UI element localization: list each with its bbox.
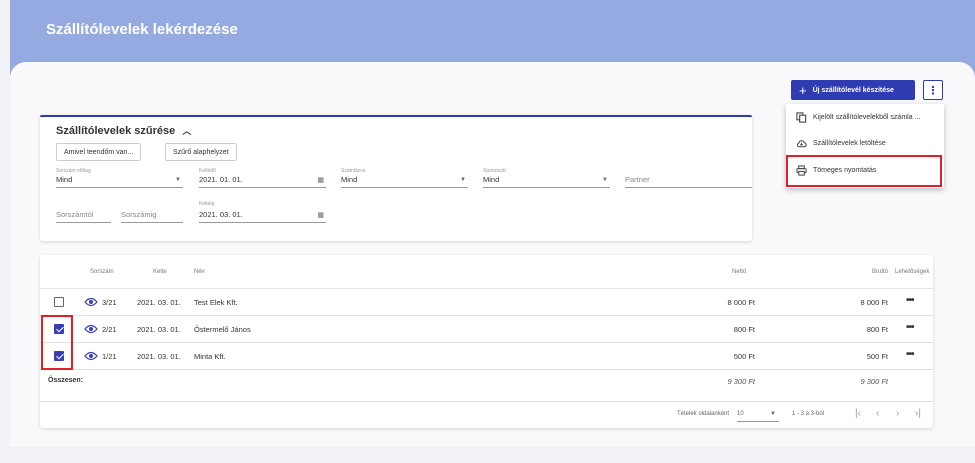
row-number: 1/21: [102, 352, 117, 361]
more-horiz-icon[interactable]: •••: [906, 295, 914, 306]
row-number: 2/21: [102, 325, 117, 334]
per-page-select[interactable]: 10 ▼: [737, 411, 779, 422]
column-header-date[interactable]: Kelte: [153, 269, 167, 275]
new-delivery-note-label: Új szállítólevél készítése: [812, 86, 894, 94]
row-name: Őstermelő János: [194, 325, 251, 334]
partner-input[interactable]: Partner: [625, 168, 752, 188]
first-page-icon[interactable]: |‹: [855, 408, 861, 419]
number-from-placeholder: Sorszámtól: [56, 210, 94, 219]
menu-item-label: Szállítólevelek letöltése: [813, 140, 886, 147]
reset-filter-button[interactable]: Szűrő alaphelyzet: [165, 143, 237, 161]
copy-icon: [796, 112, 807, 123]
previous-page-icon[interactable]: ‹: [876, 408, 879, 419]
more-horiz-icon[interactable]: •••: [906, 322, 914, 333]
row-checkbox[interactable]: [54, 297, 64, 307]
prefix-label: Sorszám előtag: [56, 168, 91, 174]
eye-icon[interactable]: [84, 351, 98, 361]
totals-row: Összesen: 9 300 Ft 9 300 Ft: [40, 369, 933, 391]
row-net: 500 Ft: [733, 352, 755, 361]
date-from-label: Keltétől: [199, 168, 216, 174]
menu-item-download[interactable]: Szállítólevelek letöltése: [796, 138, 886, 149]
eye-icon[interactable]: [84, 324, 98, 334]
date-from-value: 2021. 01. 01.: [199, 175, 243, 184]
row-name: Minta Kft.: [194, 352, 226, 361]
dropdown-caret-icon: ▼: [460, 177, 466, 183]
calendar-icon[interactable]: ▦: [317, 211, 324, 219]
chevron-up-icon[interactable]: ︿: [182, 124, 191, 137]
plus-icon: +: [799, 82, 807, 98]
filter-panel-header[interactable]: Szállítólevelek szűrése ︿: [56, 124, 191, 137]
per-page-value: 10: [737, 411, 744, 417]
column-header-name[interactable]: Név: [194, 269, 205, 275]
row-date: 2021. 03. 01.: [137, 298, 181, 307]
menu-item-create-invoice[interactable]: Kijelölt szállítólevelekből számla ...: [796, 112, 920, 123]
totals-net: 9 300 Ft: [727, 377, 755, 386]
eye-icon[interactable]: [84, 297, 98, 307]
date-to-value: 2021. 03. 01.: [199, 210, 243, 219]
invoiced-value: Mind: [341, 175, 358, 184]
cancelled-value: Mind: [483, 175, 500, 184]
row-gross: 500 Ft: [866, 352, 888, 361]
row-gross: 800 Ft: [866, 325, 888, 334]
table-row[interactable]: 1/21 2021. 03. 01. Minta Kft. 500 Ft 500…: [40, 342, 933, 369]
filter-title: Szállítólevelek szűrése: [56, 124, 176, 137]
menu-item-label: Kijelölt szállítólevelekből számla ...: [813, 114, 921, 121]
page-range: 1 - 3 a 3-ból: [792, 411, 825, 417]
cloud-download-icon: [796, 140, 807, 148]
number-from-input[interactable]: Sorszámtól: [56, 201, 111, 223]
number-to-placeholder: Sorszámig: [121, 210, 157, 219]
invoiced-select[interactable]: Számlázva Mind ▼: [341, 168, 468, 188]
column-header-gross[interactable]: Bruttó: [872, 269, 888, 275]
prefix-select[interactable]: Sorszám előtag Mind ▼: [56, 168, 183, 188]
per-page-label: Tételek oldalanként: [677, 411, 730, 417]
invoiced-label: Számlázva: [341, 168, 366, 174]
totals-label: Összesen:: [48, 377, 84, 384]
new-delivery-note-button[interactable]: + Új szállítólevél készítése: [791, 80, 915, 100]
calendar-icon[interactable]: ▦: [317, 176, 324, 184]
highlight-bulk-print: [786, 155, 942, 187]
cancelled-select[interactable]: Stornózott Mind ▼: [483, 168, 610, 188]
dropdown-caret-icon: ▼: [770, 411, 776, 417]
highlight-selected-checkboxes: [41, 315, 73, 370]
date-to-label: Keltéig: [199, 201, 215, 207]
last-page-icon[interactable]: ›|: [915, 408, 921, 419]
paginator: Tételek oldalanként 10 ▼ 1 - 3 a 3-ból |…: [40, 401, 933, 428]
row-gross: 8 000 Ft: [860, 298, 888, 307]
dropdown-caret-icon: ▼: [175, 177, 181, 183]
totals-gross: 9 300 Ft: [860, 377, 888, 386]
table-row[interactable]: 3/21 2021. 03. 01. Test Elek Kft. 8 000 …: [40, 288, 933, 315]
row-number: 3/21: [102, 298, 117, 307]
column-header-number[interactable]: Sorszám: [90, 269, 114, 275]
row-date: 2021. 03. 01.: [137, 325, 181, 334]
row-net: 800 Ft: [733, 325, 755, 334]
more-horiz-icon[interactable]: •••: [906, 349, 914, 360]
date-to-field[interactable]: Keltéig 2021. 03. 01. ▦: [199, 201, 326, 223]
todo-filter-button[interactable]: Amivel teendőm van...: [56, 143, 142, 161]
column-header-net[interactable]: Nettó: [732, 269, 746, 275]
row-name: Test Elek Kft.: [194, 298, 238, 307]
row-net: 8 000 Ft: [727, 298, 755, 307]
delivery-notes-table: Sorszám Kelte Név Nettó Bruttó Lehetőség…: [40, 255, 933, 428]
next-page-icon[interactable]: ›: [896, 408, 899, 419]
filter-panel-accent: [40, 115, 752, 117]
table-row[interactable]: 2/21 2021. 03. 01. Őstermelő János 800 F…: [40, 315, 933, 342]
page-title: Szállítólevelek lekérdezése: [46, 21, 238, 38]
cancelled-label: Stornózott: [483, 168, 506, 174]
number-to-input[interactable]: Sorszámig: [121, 201, 183, 223]
dropdown-caret-icon: ▼: [602, 177, 608, 183]
more-options-button[interactable]: ⋮: [923, 80, 943, 100]
row-date: 2021. 03. 01.: [137, 352, 181, 361]
partner-placeholder: Partner: [625, 175, 650, 184]
date-from-field[interactable]: Keltétől 2021. 01. 01. ▦: [199, 168, 326, 188]
prefix-value: Mind: [56, 175, 73, 184]
filter-panel: Szállítólevelek szűrése ︿ Amivel teendőm…: [40, 115, 752, 241]
column-header-options: Lehetőségek: [895, 269, 930, 275]
